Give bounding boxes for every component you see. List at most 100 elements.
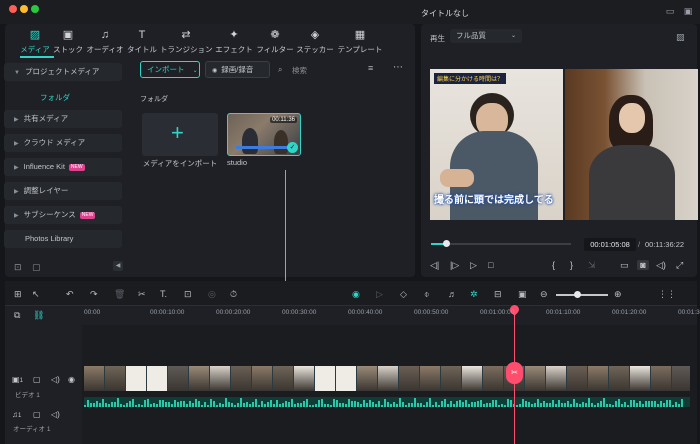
step-back-icon[interactable]: ◁|: [430, 260, 439, 270]
waveform-bar: [321, 399, 323, 407]
tab-audio[interactable]: ♫ オーディオ: [85, 28, 125, 56]
timecode-separator: /: [638, 240, 641, 249]
minimize-window-button[interactable]: [20, 5, 28, 13]
marker-icon[interactable]: ◇: [400, 289, 407, 299]
waveform-bar: [324, 404, 326, 407]
camera-snapshot-icon[interactable]: ◙: [637, 260, 649, 270]
waveform-bar: [285, 401, 287, 407]
close-window-button[interactable]: [9, 5, 17, 13]
media-clip-thumbnail[interactable]: 00:11:36 ✓: [227, 113, 301, 156]
new-folder-icon[interactable]: ⊡: [14, 262, 22, 273]
fullscreen-icon[interactable]: ⤢: [676, 260, 683, 270]
waveform-bar: [360, 403, 362, 407]
scissors-icon[interactable]: ✂: [138, 289, 146, 299]
render-icon[interactable]: ▷: [376, 289, 383, 299]
video-clip-track[interactable]: [84, 366, 690, 391]
zoom-in-icon[interactable]: ⊕: [614, 289, 622, 299]
tab-media[interactable]: ▨ メディア: [15, 28, 55, 56]
tab-template[interactable]: ▦ テンプレート: [337, 28, 383, 56]
waveform-bar: [516, 404, 518, 407]
import-button[interactable]: インポート ⌄: [140, 61, 200, 78]
video-frame-thumbnail: [126, 366, 146, 391]
play-icon[interactable]: ▷: [470, 260, 477, 270]
sidebar-item-shared-media[interactable]: ▶ 共有メディア: [4, 110, 122, 128]
text-icon[interactable]: T.: [160, 289, 167, 299]
total-timecode: 00:11:36:22: [645, 240, 685, 249]
sidebar-subitem-folder[interactable]: フォルダ: [40, 92, 70, 103]
record-button[interactable]: ◉ 録画/録音: [205, 61, 270, 78]
waveform-bar: [570, 404, 572, 407]
step-forward-icon[interactable]: |▷: [450, 260, 459, 270]
add-track-icon[interactable]: ⧉: [14, 310, 20, 320]
waveform-bar: [474, 401, 476, 407]
sidebar-item-subsequence[interactable]: ▶ サブシーケンス NEW: [4, 206, 122, 224]
delete-icon[interactable]: 🗑: [114, 289, 125, 299]
tab-transition[interactable]: ⇄ トランジション: [160, 28, 213, 56]
redo-icon[interactable]: ↷: [90, 289, 98, 299]
waveform-bar: [363, 399, 365, 407]
crop-icon[interactable]: ⊡: [184, 289, 192, 299]
layout-icon[interactable]: ▭: [664, 6, 676, 16]
zoom-slider[interactable]: [556, 294, 608, 296]
folder-icon[interactable]: ▢: [33, 410, 41, 419]
undo-icon[interactable]: ↶: [66, 289, 74, 299]
folder-icon[interactable]: ▢: [33, 375, 41, 384]
select-pointer-icon[interactable]: ↖: [32, 289, 40, 299]
save-icon[interactable]: ▣: [682, 6, 694, 16]
split-screen-icon[interactable]: ⊟: [494, 289, 502, 299]
import-media-card[interactable]: +: [142, 113, 218, 156]
speaker-icon[interactable]: ◁): [51, 410, 60, 419]
tab-title[interactable]: T タイトル: [125, 28, 159, 56]
speaker-icon[interactable]: ◁): [51, 375, 60, 384]
grid-layout-icon[interactable]: ⊞: [14, 289, 22, 299]
waveform-bar: [372, 401, 374, 407]
sidebar-item-photos-library[interactable]: Photos Library: [4, 230, 122, 248]
quality-select[interactable]: フル品質 ⌄: [450, 29, 522, 43]
preview-scrubber[interactable]: [431, 243, 571, 245]
waveform-bar: [168, 401, 170, 407]
more-options-icon[interactable]: ⋯: [393, 62, 403, 73]
mark-in-icon[interactable]: {: [552, 260, 555, 270]
insert-icon[interactable]: ⇲: [588, 260, 596, 270]
sort-filter-icon[interactable]: ≡: [368, 63, 373, 73]
title-icon: T: [138, 29, 146, 41]
scrubber-handle[interactable]: [443, 240, 450, 247]
color-icon[interactable]: ◎: [208, 289, 216, 299]
sidebar-item-project-media[interactable]: ▼ プロジェクトメディア: [4, 63, 122, 81]
pip-icon[interactable]: ▣: [518, 289, 527, 299]
split-scissors-icon[interactable]: ✂: [506, 362, 523, 384]
tab-filter[interactable]: ❁ フィルター: [255, 28, 295, 56]
waveform-bar: [501, 404, 503, 407]
waveform-bar: [606, 404, 608, 407]
eye-icon[interactable]: ◉: [68, 375, 75, 384]
volume-icon[interactable]: ◁): [656, 260, 666, 270]
microphone-icon[interactable]: ⌽: [424, 289, 429, 299]
zoom-slider-handle[interactable]: [574, 291, 581, 298]
video-track-icon: ▣1: [12, 375, 23, 384]
waveform-bar: [255, 398, 257, 407]
waveform-bar: [189, 401, 191, 407]
stop-icon[interactable]: □: [488, 260, 493, 270]
sidebar-item-adjustment-layer[interactable]: ▶ 調整レイヤー: [4, 182, 122, 200]
display-icon[interactable]: ▭: [620, 260, 629, 270]
tab-effect[interactable]: ✦ エフェクト: [214, 28, 254, 56]
tab-stock[interactable]: ▣ ストック: [52, 28, 84, 56]
ai-assist-icon[interactable]: ◉: [352, 289, 360, 299]
audio-mix-icon[interactable]: ♬: [448, 289, 457, 299]
search-input[interactable]: 検索: [292, 65, 307, 76]
mark-out-icon[interactable]: }: [570, 260, 573, 270]
tab-sticker[interactable]: ◈ ステッカー: [295, 28, 335, 56]
sidebar-item-cloud-media[interactable]: ▶ クラウド メディア: [4, 134, 122, 152]
audio-waveform-track[interactable]: [84, 397, 690, 407]
maximize-window-button[interactable]: [31, 5, 39, 13]
timeline-menu-icon[interactable]: ⋮⋮: [658, 289, 676, 299]
zoom-out-icon[interactable]: ⊖: [540, 289, 548, 299]
collapse-sidebar-button[interactable]: ◀: [113, 261, 123, 271]
snap-icon[interactable]: ✲: [470, 289, 478, 299]
waveform-bar: [492, 399, 494, 407]
sidebar-item-influence-kit[interactable]: ▶ Influence Kit NEW: [4, 158, 122, 176]
link-icon[interactable]: ⛓: [33, 310, 44, 320]
snapshot-image-icon[interactable]: ▨: [676, 32, 685, 43]
speed-icon[interactable]: ⏱: [230, 289, 237, 299]
folder-icon[interactable]: ▢: [32, 262, 41, 273]
